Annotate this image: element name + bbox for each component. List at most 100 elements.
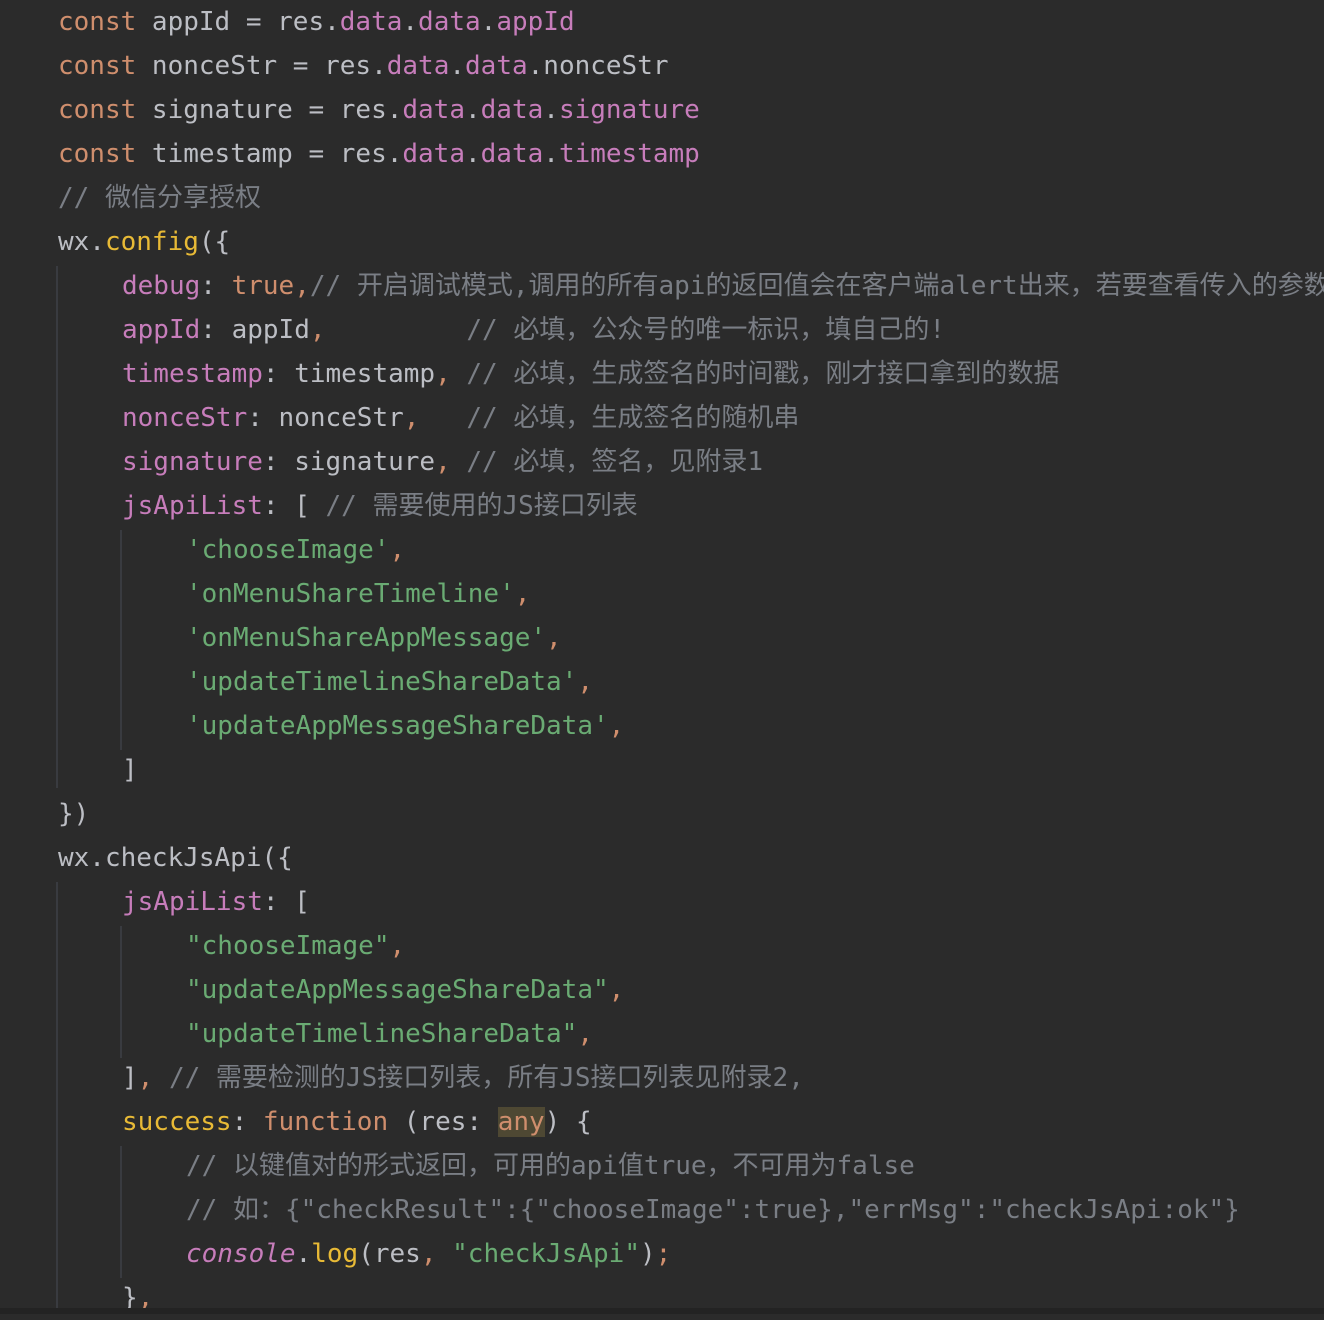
code-token: . <box>543 95 559 125</box>
code-token: data <box>480 95 544 125</box>
code-token: // 微信分享授权 <box>58 183 261 213</box>
code-token: signature = res. <box>151 95 403 125</box>
code-line: debug: true,// 开启调试模式,调用的所有api的返回值会在客户端a… <box>0 264 1324 308</box>
code-token: 'chooseImage' <box>186 535 390 565</box>
code-line: 'updateAppMessageShareData', <box>0 704 1324 748</box>
code-line: ], // 需要检测的JS接口列表，所有JS接口列表见附录2, <box>0 1056 1324 1100</box>
code-token: // 如：{"checkResult":{"chooseImage":true}… <box>186 1195 1240 1225</box>
code-token: jsApiList <box>122 887 263 917</box>
code-line: jsApiList: [ <box>0 880 1324 924</box>
code-line: console.log(res, "checkJsApi"); <box>0 1232 1324 1276</box>
code-token: 'updateTimelineShareData' <box>186 667 578 697</box>
code-line: const timestamp = res.data.data.timestam… <box>0 132 1324 176</box>
code-line: "chooseImage", <box>0 924 1324 968</box>
code-token: ({ <box>198 227 231 257</box>
code-line: ] <box>0 748 1324 792</box>
code-token: . <box>402 7 419 37</box>
code-token: nonceStr = res. <box>151 51 387 81</box>
code-token: // 需要使用的JS接口列表 <box>325 491 638 521</box>
code-token: // 必填，生成签名的随机串 <box>466 403 800 433</box>
code-token: timestamp = res. <box>151 139 403 169</box>
code-line: }) <box>0 792 1324 836</box>
code-token: ] <box>122 1063 138 1093</box>
code-token: const <box>58 95 152 125</box>
code-token: ; <box>655 1239 672 1269</box>
code-line: jsApiList: [ // 需要使用的JS接口列表 <box>0 484 1324 528</box>
code-token: ) { <box>544 1107 592 1137</box>
code-token: , <box>294 271 310 301</box>
code-token: ) <box>639 1239 656 1269</box>
code-token: signature <box>558 95 700 125</box>
code-token: (res: <box>403 1107 498 1137</box>
code-token: "updateTimelineShareData" <box>186 1019 578 1049</box>
code-token: success <box>122 1107 232 1137</box>
code-token: // 以键值对的形式返回，可用的api值true，不可用为false <box>186 1151 915 1181</box>
code-line: 'onMenuShareAppMessage', <box>0 616 1324 660</box>
code-line: const signature = res.data.data.signatur… <box>0 88 1324 132</box>
code-token: 'onMenuShareTimeline' <box>186 579 515 609</box>
code-token: config <box>104 227 199 257</box>
code-token: , <box>577 667 593 697</box>
code-token: // 必填，签名，见附录1 <box>466 447 764 477</box>
code-token: 'onMenuShareAppMessage' <box>186 623 547 653</box>
code-token: const <box>58 139 152 169</box>
code-line: // 微信分享授权 <box>0 176 1324 220</box>
code-token: , <box>546 623 562 653</box>
code-token: nonceStr <box>122 403 248 433</box>
code-token: , <box>608 975 625 1005</box>
code-token: : timestamp <box>262 359 436 389</box>
code-token: : <box>200 271 232 301</box>
horizontal-scrollbar[interactable] <box>0 1308 1324 1314</box>
code-line: 'onMenuShareTimeline', <box>0 572 1324 616</box>
code-editor[interactable]: const appId = res.data.data.appId const n… <box>0 0 1324 1314</box>
code-token: , <box>389 535 406 565</box>
code-token: // 开启调试模式,调用的所有api的返回值会在客户端alert出来，若要查看传… <box>309 271 1324 301</box>
code-token: . <box>543 139 559 169</box>
code-token: , <box>420 1239 437 1269</box>
code-token: ] <box>122 755 138 785</box>
code-token: , <box>435 359 451 389</box>
code-token: any <box>497 1107 545 1137</box>
code-token: , <box>403 403 420 433</box>
code-line: "updateAppMessageShareData", <box>0 968 1324 1012</box>
code-token: // 必填，公众号的唯一标识，填自己的! <box>466 315 946 345</box>
code-token: wx.checkJsApi({ <box>58 843 293 873</box>
code-line: "updateTimelineShareData", <box>0 1012 1324 1056</box>
code-token: : [ <box>262 491 326 521</box>
code-token: appId = res. <box>151 7 340 37</box>
code-token: 'updateAppMessageShareData' <box>186 711 609 741</box>
code-token: .nonceStr <box>527 51 669 81</box>
code-token: }) <box>58 799 90 829</box>
code-token: appId <box>496 7 575 37</box>
code-token: "chooseImage" <box>186 931 390 961</box>
code-line: const nonceStr = res.data.data.nonceStr <box>0 44 1324 88</box>
code-line: wx.checkJsApi({ <box>0 836 1324 880</box>
code-line: wx.config({ <box>0 220 1324 264</box>
code-token: : signature <box>262 447 436 477</box>
code-line: success: function (res: any) { <box>0 1100 1324 1144</box>
code-token: data <box>386 51 450 81</box>
code-line: nonceStr: nonceStr, // 必填，生成签名的随机串 <box>0 396 1324 440</box>
code-token: true <box>231 271 295 301</box>
code-line: signature: signature, // 必填，签名，见附录1 <box>0 440 1324 484</box>
code-token: data <box>339 7 403 37</box>
code-token: // 需要检测的JS接口列表，所有JS接口列表见附录2, <box>168 1063 804 1093</box>
code-token: , <box>137 1063 154 1093</box>
code-token: console <box>186 1239 296 1269</box>
code-token: , <box>435 447 451 477</box>
code-line: timestamp: timestamp, // 必填，生成签名的时间戳，刚才接… <box>0 352 1324 396</box>
code-token: , <box>514 579 531 609</box>
code-token: (res <box>358 1239 421 1269</box>
code-token: : [ <box>262 887 310 917</box>
code-line: appId: appId, // 必填，公众号的唯一标识，填自己的! <box>0 308 1324 352</box>
code-token: . <box>480 7 497 37</box>
code-token: . <box>465 95 481 125</box>
code-token: , <box>608 711 625 741</box>
code-token: data <box>465 51 528 81</box>
code-token: , <box>309 315 326 345</box>
code-token: timestamp <box>122 359 263 389</box>
code-line: // 如：{"checkResult":{"chooseImage":true}… <box>0 1188 1324 1232</box>
code-token: signature <box>122 447 263 477</box>
